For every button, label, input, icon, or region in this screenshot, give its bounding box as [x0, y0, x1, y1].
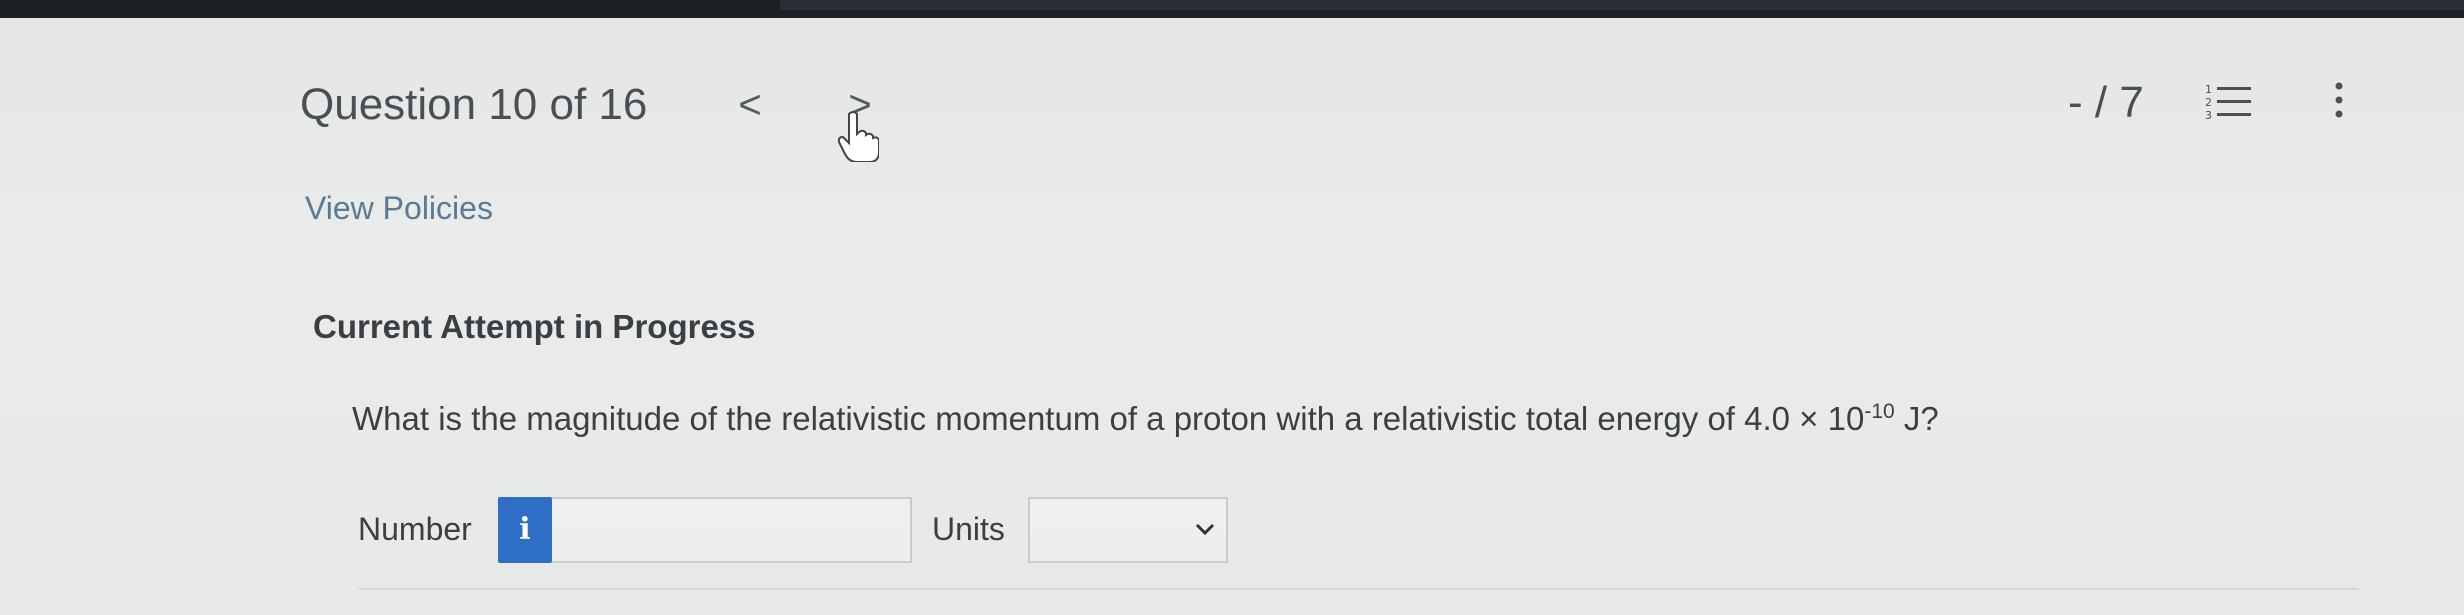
number-input[interactable] [552, 497, 912, 563]
question-text-end: J? [1894, 400, 1939, 437]
units-select[interactable] [1028, 497, 1228, 563]
divider [358, 588, 2358, 590]
svg-text:1: 1 [2205, 83, 2212, 96]
view-policies-link[interactable]: View Policies [305, 190, 493, 227]
question-exponent: -10 [1864, 400, 1895, 423]
score: - / 7 [2068, 78, 2144, 127]
chevron-down-icon [1195, 523, 1215, 536]
chevron-left-icon: < [738, 83, 762, 127]
answer-row: Number i Units [358, 497, 1258, 567]
more-vertical-icon[interactable] [2333, 78, 2345, 122]
previous-question-button[interactable]: < [730, 80, 770, 130]
numbered-list-icon[interactable]: 1 2 3 [2205, 82, 2255, 122]
question-text-main: What is the magnitude of the relativisti… [352, 400, 1865, 437]
info-button[interactable]: i [498, 497, 552, 563]
question-counter: Question 10 of 16 [300, 80, 648, 129]
hand-cursor-icon [837, 111, 879, 162]
question-text: What is the magnitude of the relativisti… [352, 400, 1939, 438]
question-header: Question 10 of 16 < > - / 7 1 2 3 [300, 70, 2400, 162]
number-label: Number [358, 511, 472, 547]
svg-text:2: 2 [2205, 96, 2212, 109]
units-label: Units [932, 511, 1005, 547]
svg-text:3: 3 [2205, 109, 2212, 122]
top-bar-right [780, 0, 2464, 10]
attempt-status: Current Attempt in Progress [313, 308, 756, 345]
